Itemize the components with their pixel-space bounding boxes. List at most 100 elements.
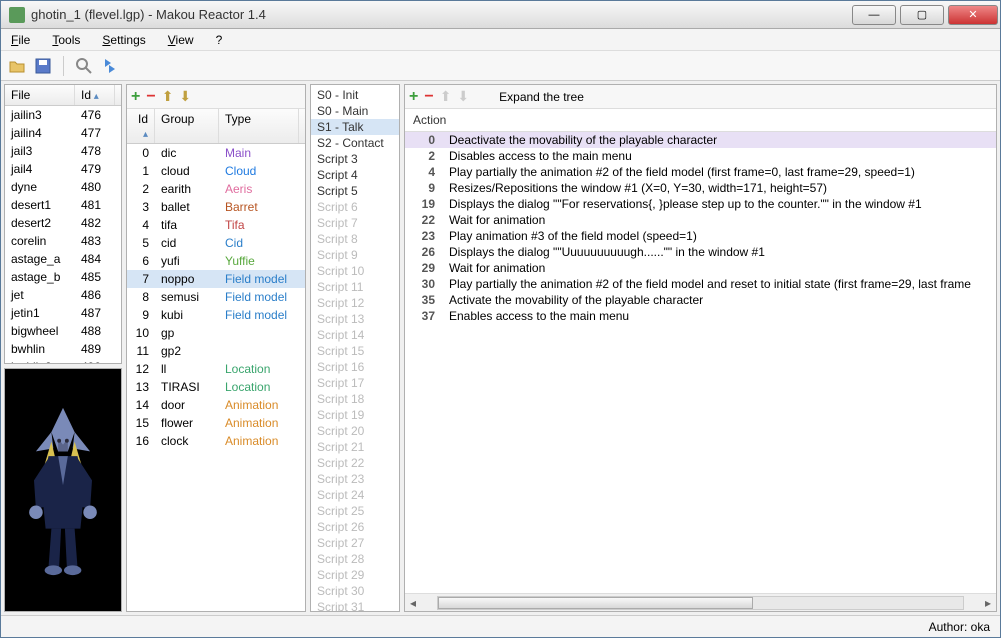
menu-file[interactable]: File bbox=[7, 31, 34, 49]
file-row[interactable]: bwhlin2490 bbox=[5, 358, 121, 363]
group-row[interactable]: 13TIRASILocation bbox=[127, 378, 305, 396]
script-row[interactable]: S2 - Contact bbox=[311, 135, 399, 151]
script-row[interactable]: Script 28 bbox=[311, 551, 399, 567]
script-row[interactable]: Script 17 bbox=[311, 375, 399, 391]
action-row[interactable]: 37Enables access to the main menu bbox=[405, 308, 996, 324]
maximize-button[interactable]: ▢ bbox=[900, 5, 944, 25]
script-row[interactable]: Script 21 bbox=[311, 439, 399, 455]
script-row[interactable]: Script 24 bbox=[311, 487, 399, 503]
script-row[interactable]: S1 - Talk bbox=[311, 119, 399, 135]
script-row[interactable]: Script 12 bbox=[311, 295, 399, 311]
script-row[interactable]: Script 29 bbox=[311, 567, 399, 583]
action-row[interactable]: 29Wait for animation bbox=[405, 260, 996, 276]
group-row[interactable]: 12llLocation bbox=[127, 360, 305, 378]
file-row[interactable]: jail4479 bbox=[5, 160, 121, 178]
id-header[interactable]: Id bbox=[75, 85, 115, 105]
script-row[interactable]: Script 8 bbox=[311, 231, 399, 247]
script-row[interactable]: Script 14 bbox=[311, 327, 399, 343]
action-down-icon[interactable]: ⬇ bbox=[457, 88, 469, 105]
file-row[interactable]: desert2482 bbox=[5, 214, 121, 232]
group-row[interactable]: 1cloudCloud bbox=[127, 162, 305, 180]
file-row[interactable]: jail3478 bbox=[5, 142, 121, 160]
search-icon[interactable] bbox=[74, 56, 94, 76]
file-row[interactable]: astage_b485 bbox=[5, 268, 121, 286]
move-up-icon[interactable]: ⬆ bbox=[162, 88, 174, 105]
menu-tools[interactable]: Tools bbox=[48, 31, 84, 49]
menu-help[interactable]: ? bbox=[212, 31, 227, 49]
file-row[interactable]: dyne480 bbox=[5, 178, 121, 196]
file-row[interactable]: desert1481 bbox=[5, 196, 121, 214]
script-row[interactable]: S0 - Init bbox=[311, 87, 399, 103]
group-type-header[interactable]: Type bbox=[219, 109, 299, 143]
script-row[interactable]: Script 13 bbox=[311, 311, 399, 327]
action-row[interactable]: 19Displays the dialog ""For reservations… bbox=[405, 196, 996, 212]
group-name-header[interactable]: Group bbox=[155, 109, 219, 143]
script-row[interactable]: Script 6 bbox=[311, 199, 399, 215]
remove-action-icon[interactable]: − bbox=[424, 88, 433, 106]
file-row[interactable]: jailin4477 bbox=[5, 124, 121, 142]
action-row[interactable]: 22Wait for animation bbox=[405, 212, 996, 228]
minimize-button[interactable]: — bbox=[852, 5, 896, 25]
file-row[interactable]: corelin483 bbox=[5, 232, 121, 250]
file-row[interactable]: jetin1487 bbox=[5, 304, 121, 322]
group-row[interactable]: 16clockAnimation bbox=[127, 432, 305, 450]
script-row[interactable]: Script 7 bbox=[311, 215, 399, 231]
remove-group-icon[interactable]: − bbox=[146, 88, 155, 106]
script-row[interactable]: Script 10 bbox=[311, 263, 399, 279]
move-down-icon[interactable]: ⬇ bbox=[179, 88, 191, 105]
action-row[interactable]: 26Displays the dialog ""Uuuuuuuuuugh....… bbox=[405, 244, 996, 260]
add-action-icon[interactable]: + bbox=[409, 88, 418, 106]
script-row[interactable]: Script 20 bbox=[311, 423, 399, 439]
script-row[interactable]: Script 25 bbox=[311, 503, 399, 519]
action-hscroll[interactable]: ◂▸ bbox=[405, 593, 996, 611]
group-row[interactable]: 5cidCid bbox=[127, 234, 305, 252]
file-row[interactable]: bwhlin489 bbox=[5, 340, 121, 358]
script-row[interactable]: Script 15 bbox=[311, 343, 399, 359]
script-row[interactable]: Script 26 bbox=[311, 519, 399, 535]
group-row[interactable]: 4tifaTifa bbox=[127, 216, 305, 234]
file-row[interactable]: jailin3476 bbox=[5, 106, 121, 124]
group-row[interactable]: 15flowerAnimation bbox=[127, 414, 305, 432]
action-row[interactable]: 0Deactivate the movability of the playab… bbox=[405, 132, 996, 148]
script-row[interactable]: Script 23 bbox=[311, 471, 399, 487]
run-icon[interactable] bbox=[100, 56, 120, 76]
expand-tree-label[interactable]: Expand the tree bbox=[493, 88, 590, 106]
group-row[interactable]: 0dicMain bbox=[127, 144, 305, 162]
action-row[interactable]: 23Play animation #3 of the field model (… bbox=[405, 228, 996, 244]
menu-view[interactable]: View bbox=[164, 31, 198, 49]
group-row[interactable]: 6yufiYuffie bbox=[127, 252, 305, 270]
menu-settings[interactable]: Settings bbox=[98, 31, 149, 49]
model-preview[interactable] bbox=[4, 368, 122, 612]
action-row[interactable]: 9Resizes/Repositions the window #1 (X=0,… bbox=[405, 180, 996, 196]
group-row[interactable]: 9kubiField model bbox=[127, 306, 305, 324]
file-row[interactable]: astage_a484 bbox=[5, 250, 121, 268]
action-up-icon[interactable]: ⬆ bbox=[440, 88, 452, 105]
group-row[interactable]: 11gp2 bbox=[127, 342, 305, 360]
script-row[interactable]: Script 9 bbox=[311, 247, 399, 263]
group-row[interactable]: 14doorAnimation bbox=[127, 396, 305, 414]
file-row[interactable]: bigwheel488 bbox=[5, 322, 121, 340]
action-row[interactable]: 35Activate the movability of the playabl… bbox=[405, 292, 996, 308]
group-row[interactable]: 2earithAeris bbox=[127, 180, 305, 198]
close-button[interactable]: ✕ bbox=[948, 5, 998, 25]
action-row[interactable]: 30Play partially the animation #2 of the… bbox=[405, 276, 996, 292]
add-group-icon[interactable]: + bbox=[131, 88, 140, 106]
group-row[interactable]: 3balletBarret bbox=[127, 198, 305, 216]
script-row[interactable]: Script 5 bbox=[311, 183, 399, 199]
open-icon[interactable] bbox=[7, 56, 27, 76]
script-row[interactable]: Script 22 bbox=[311, 455, 399, 471]
script-row[interactable]: Script 3 bbox=[311, 151, 399, 167]
script-row[interactable]: Script 19 bbox=[311, 407, 399, 423]
group-row[interactable]: 7noppoField model bbox=[127, 270, 305, 288]
script-row[interactable]: Script 4 bbox=[311, 167, 399, 183]
file-header[interactable]: File bbox=[5, 85, 75, 105]
script-row[interactable]: Script 27 bbox=[311, 535, 399, 551]
script-row[interactable]: Script 31 bbox=[311, 599, 399, 611]
action-row[interactable]: 2Disables access to the main menu bbox=[405, 148, 996, 164]
save-icon[interactable] bbox=[33, 56, 53, 76]
script-row[interactable]: Script 18 bbox=[311, 391, 399, 407]
script-row[interactable]: Script 30 bbox=[311, 583, 399, 599]
script-row[interactable]: S0 - Main bbox=[311, 103, 399, 119]
group-row[interactable]: 10gp bbox=[127, 324, 305, 342]
file-row[interactable]: jet486 bbox=[5, 286, 121, 304]
